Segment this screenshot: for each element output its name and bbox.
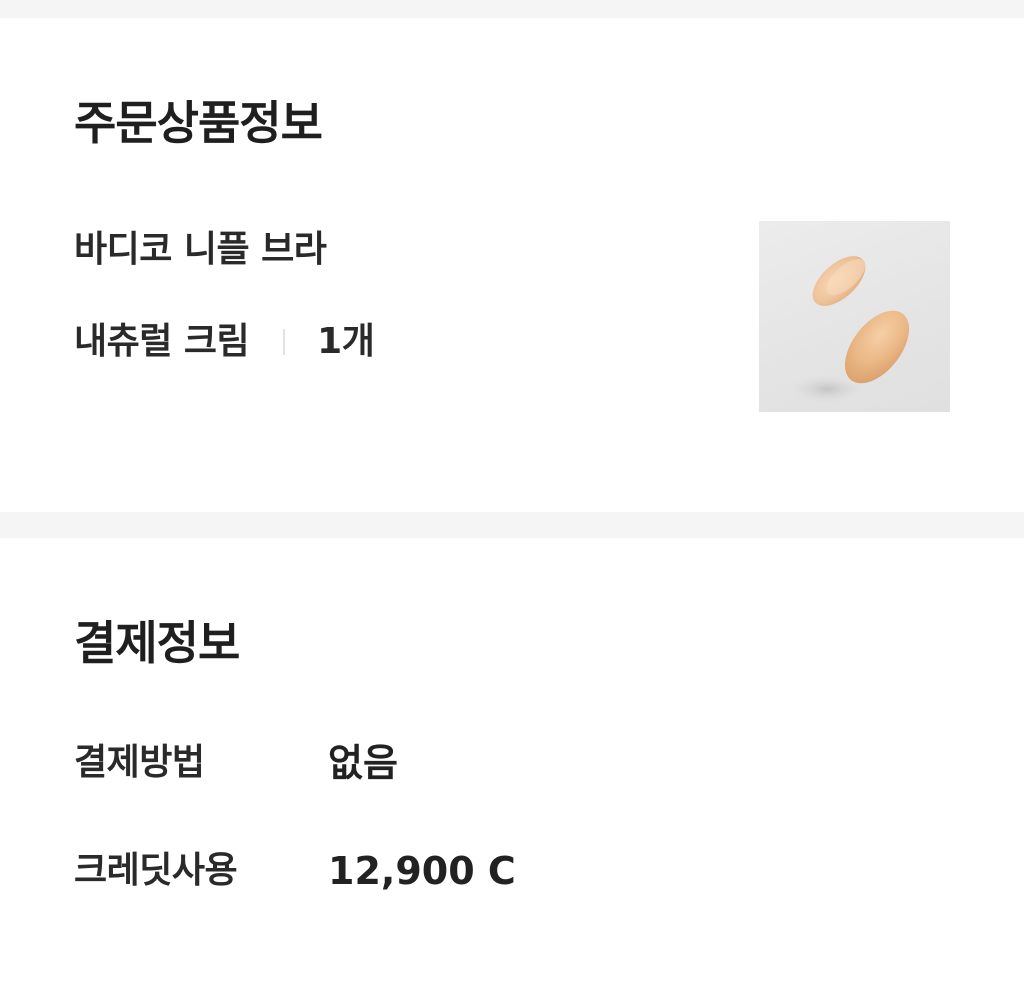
payment-section: 결제정보 결제방법 없음 크레딧사용 12,900 C bbox=[0, 538, 1024, 1002]
payment-method-row: 결제방법 없음 bbox=[74, 744, 398, 782]
product-thumbnail[interactable] bbox=[759, 221, 950, 412]
product-option: 내츄럴 크림 bbox=[74, 321, 250, 362]
option-divider bbox=[283, 329, 286, 355]
section-separator bbox=[0, 512, 1024, 538]
order-section-title: 주문상품정보 bbox=[74, 96, 323, 150]
product-name[interactable]: 바디코 니플 브라 bbox=[74, 232, 327, 268]
credit-usage-value: 12,900 C bbox=[328, 849, 516, 893]
credit-usage-label: 크레딧사용 bbox=[74, 850, 238, 891]
nipple-pad-product-photo bbox=[791, 256, 910, 403]
payment-section-title: 결제정보 bbox=[74, 616, 240, 670]
top-separator bbox=[0, 0, 1024, 18]
order-product-section: 주문상품정보 바디코 니플 브라 내츄럴 크림 1개 bbox=[0, 18, 1024, 512]
payment-method-label: 결제방법 bbox=[74, 742, 205, 783]
product-quantity: 1개 bbox=[317, 321, 375, 362]
payment-method-value: 없음 bbox=[328, 741, 398, 785]
credit-usage-row: 크레딧사용 12,900 C bbox=[74, 852, 516, 890]
product-option-row: 내츄럴 크림 1개 bbox=[74, 321, 375, 362]
